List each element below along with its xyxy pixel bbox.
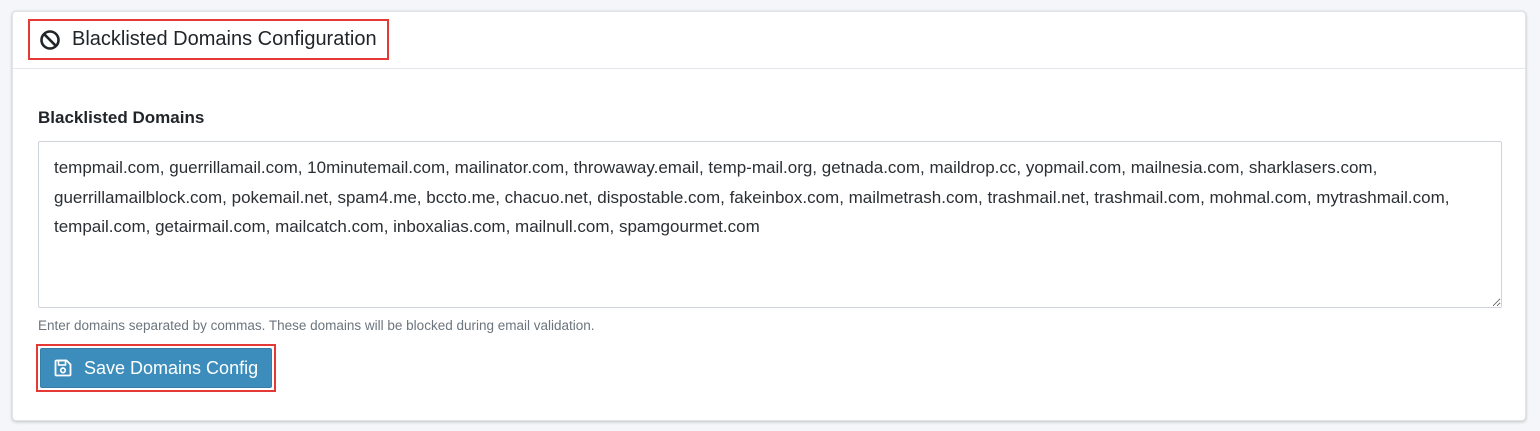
card-header: Blacklisted Domains Configuration: [13, 12, 1525, 69]
save-button-label: Save Domains Config: [84, 357, 259, 378]
card-title-box: Blacklisted Domains Configuration: [28, 19, 389, 60]
help-text: Enter domains separated by commas. These…: [38, 318, 595, 333]
save-domains-config-button[interactable]: Save Domains Config: [40, 348, 272, 388]
blacklisted-domains-label: Blacklisted Domains: [38, 108, 205, 127]
blacklisted-domains-textarea[interactable]: tempmail.com, guerrillamail.com, 10minut…: [38, 141, 1502, 308]
save-button-highlight: Save Domains Config: [36, 344, 276, 392]
ban-icon: [39, 29, 61, 51]
save-icon: [54, 359, 72, 377]
blacklist-config-card: Blacklisted Domains Configuration Blackl…: [12, 11, 1526, 421]
card-title: Blacklisted Domains Configuration: [72, 28, 377, 50]
